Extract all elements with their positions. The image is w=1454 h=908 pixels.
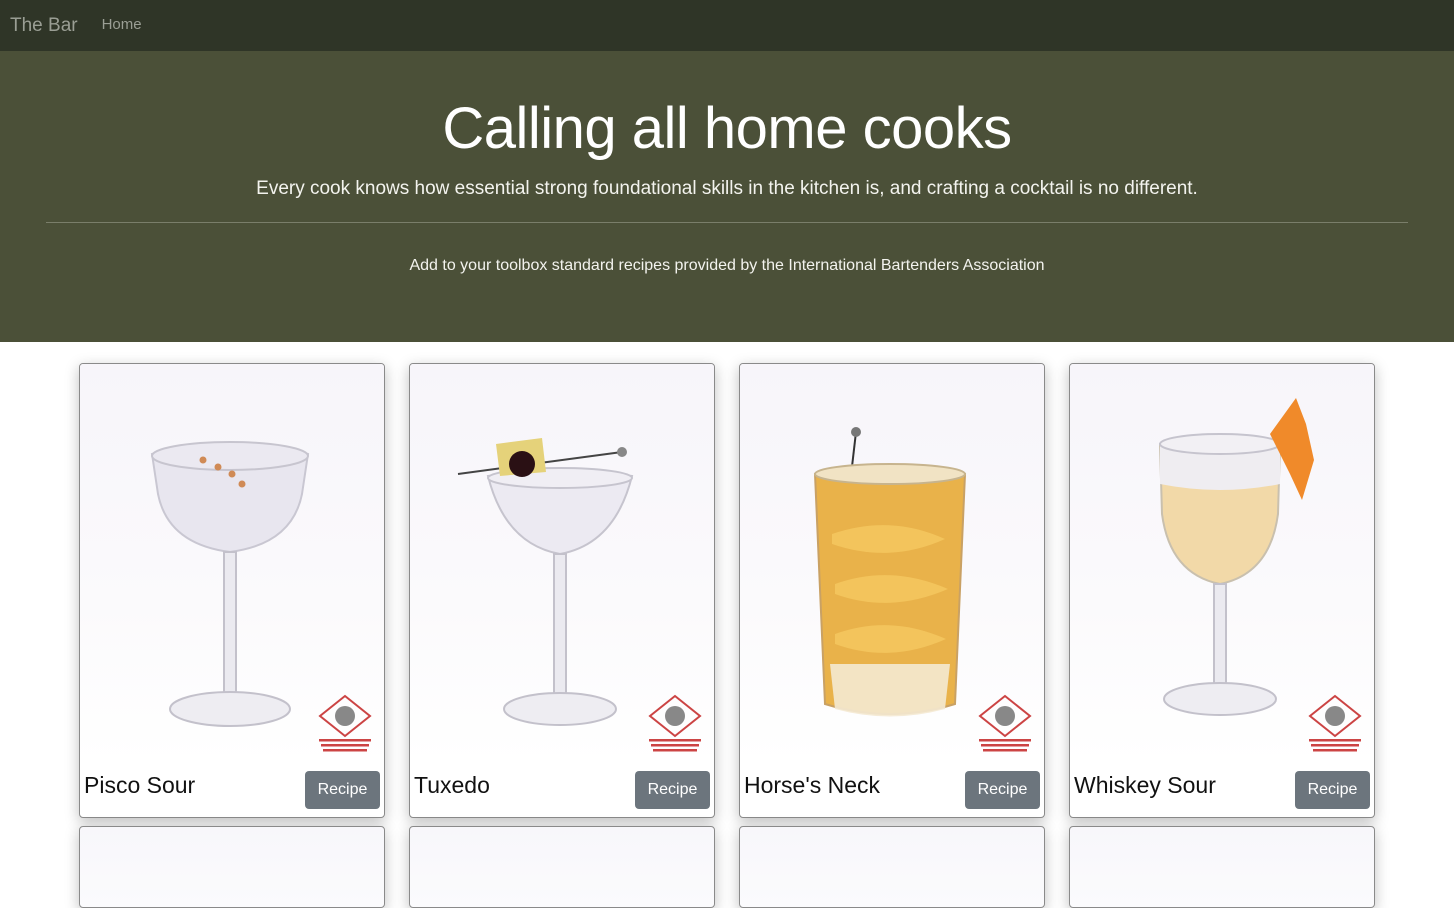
iba-logo-icon [1308,694,1362,752]
cocktail-card-whiskey-sour: Whiskey Sour Recipe [1069,363,1375,818]
recipe-button[interactable]: Recipe [965,771,1040,809]
recipe-button[interactable]: Recipe [635,771,710,809]
cocktail-card [79,826,385,908]
cocktail-image [740,364,1044,763]
navbar: The Bar Home [0,0,1454,51]
cocktail-name: Pisco Sour [84,772,196,798]
cocktail-card-horses-neck: Horse's Neck Recipe [739,363,1045,818]
cocktail-image [80,364,384,763]
iba-logo-icon [978,694,1032,752]
cocktail-name: Whiskey Sour [1074,772,1216,798]
hero-divider [46,222,1408,223]
cocktail-image [410,364,714,763]
cocktail-name: Tuxedo [414,772,490,798]
hero-jumbotron: Calling all home cooks Every cook knows … [0,51,1454,342]
cocktail-card [409,826,715,908]
recipe-button[interactable]: Recipe [1295,771,1370,809]
hero-title: Calling all home cooks [442,96,1012,161]
navbar-brand[interactable]: The Bar [10,15,78,37]
cocktail-image [1070,364,1374,763]
cocktail-card-tuxedo: Tuxedo Recipe [409,363,715,818]
iba-logo-icon [318,694,372,752]
iba-logo-icon [648,694,702,752]
cocktail-name: Horse's Neck [744,772,881,798]
cocktail-card [1069,826,1375,908]
cocktail-card [739,826,1045,908]
cocktail-card-pisco-sour: Pisco Sour Recipe [79,363,385,818]
nav-link-home[interactable]: Home [102,16,142,33]
recipe-button[interactable]: Recipe [305,771,380,809]
hero-lead: Every cook knows how essential strong fo… [256,178,1198,199]
hero-subtext: Add to your toolbox standard recipes pro… [409,257,1045,274]
